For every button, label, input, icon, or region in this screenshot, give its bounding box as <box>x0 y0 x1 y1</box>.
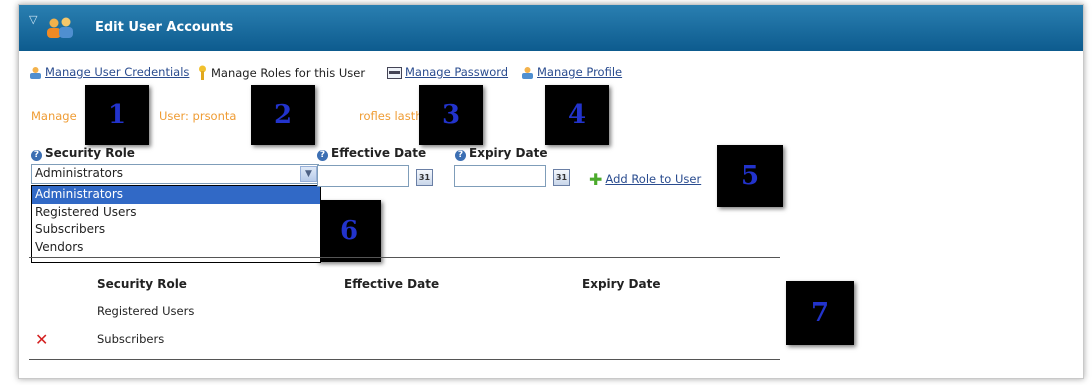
callout-marker-3: 3 <box>419 85 483 145</box>
tab-manage-roles[interactable]: Manage Roles for this User <box>197 65 365 80</box>
effective-date-label: ? Effective Date <box>317 146 426 161</box>
table-bottom-divider <box>29 359 780 360</box>
tab-label: Manage Password <box>405 65 509 79</box>
callout-marker-2: 2 <box>251 85 315 145</box>
users-icon <box>522 67 533 79</box>
effective-date-field[interactable] <box>317 165 409 187</box>
tab-manage-user-credentials[interactable]: Manage User Credentials <box>29 65 189 79</box>
callout-marker-6: 6 <box>317 200 381 262</box>
calendar-icon[interactable]: 31 <box>553 169 570 186</box>
tab-manage-profile[interactable]: Manage Profile <box>521 65 622 79</box>
tab-label: Manage User Credentials <box>45 65 190 79</box>
title-bar: ▽ Edit User Accounts <box>19 5 1083 51</box>
column-header-effective-date: Effective Date <box>344 277 440 291</box>
help-icon[interactable]: ? <box>455 150 466 161</box>
plus-icon: ✚ <box>589 170 603 189</box>
faded-user-text: Manage User: prsonta <box>31 109 237 123</box>
page-title: Edit User Accounts <box>95 20 234 35</box>
help-icon[interactable]: ? <box>317 150 328 161</box>
edit-user-accounts-panel: ▽ Edit User Accounts Manage User Credent… <box>18 4 1084 379</box>
callout-marker-5: 5 <box>717 145 783 207</box>
chevron-down-icon[interactable]: ▼ <box>300 166 317 182</box>
delete-icon[interactable]: ✕ <box>35 330 48 349</box>
security-role-selected-value: Administrators <box>35 166 124 180</box>
help-icon[interactable]: ? <box>31 150 42 161</box>
tab-label: Manage Profile <box>537 65 623 79</box>
tab-label: Manage Roles for this User <box>211 66 366 80</box>
tab-manage-password[interactable]: Manage Password <box>387 65 508 79</box>
option-administrators[interactable]: Administrators <box>32 186 320 204</box>
column-header-expiry-date: Expiry Date <box>582 277 661 291</box>
add-role-link[interactable]: Add Role to User <box>605 172 701 186</box>
key-icon <box>199 65 206 80</box>
option-vendors[interactable]: Vendors <box>32 239 320 257</box>
security-role-label: ? Security Role <box>31 146 135 161</box>
expiry-date-field[interactable] <box>454 165 546 187</box>
callout-marker-4: 4 <box>545 85 609 145</box>
security-role-select[interactable]: Administrators ▼ <box>31 164 319 184</box>
row-security-role: Subscribers <box>97 332 165 346</box>
collapse-icon[interactable]: ▽ <box>29 13 37 26</box>
users-icon <box>30 67 41 79</box>
expiry-date-label: ? Expiry Date <box>455 146 548 161</box>
users-icon <box>47 17 73 38</box>
callout-marker-7: 7 <box>786 281 854 345</box>
password-icon <box>387 67 402 79</box>
option-subscribers[interactable]: Subscribers <box>32 221 320 239</box>
column-header-security-role: Security Role <box>97 277 187 291</box>
add-role-button[interactable]: ✚ Add Role to User <box>589 170 701 189</box>
callout-marker-1: 1 <box>85 85 149 145</box>
table-top-divider <box>29 257 780 258</box>
security-role-options: Administrators Registered Users Subscrib… <box>31 185 321 263</box>
option-registered-users[interactable]: Registered Users <box>32 204 320 222</box>
calendar-icon[interactable]: 31 <box>416 169 433 186</box>
row-security-role: Registered Users <box>97 304 195 318</box>
